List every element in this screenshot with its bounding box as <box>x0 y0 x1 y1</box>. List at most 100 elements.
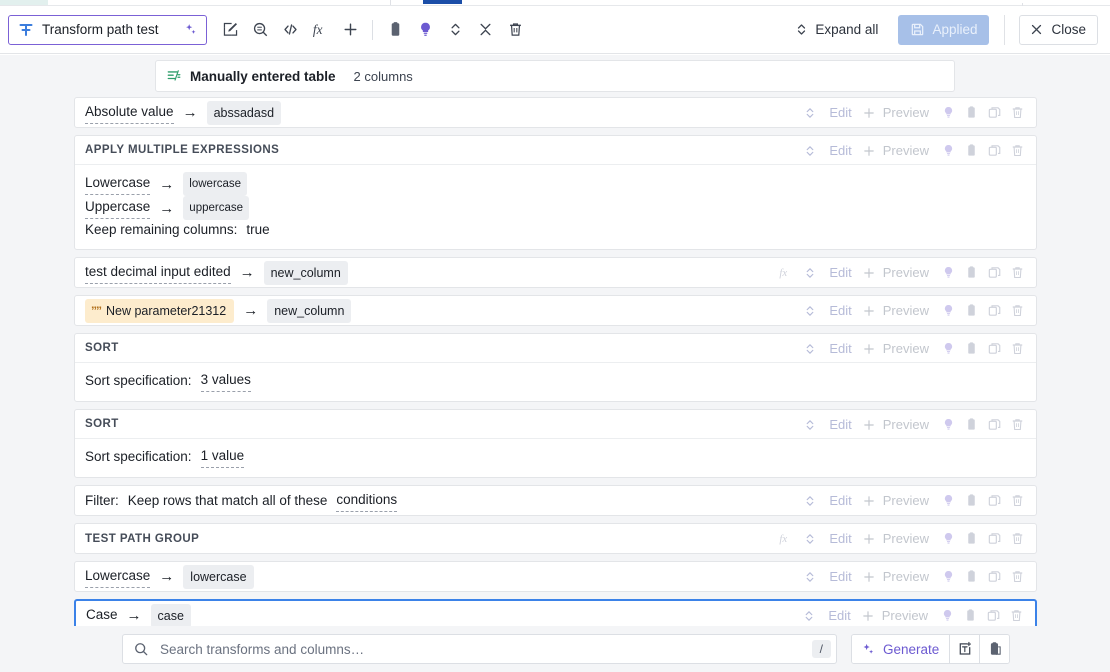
lightbulb-icon[interactable] <box>937 565 960 589</box>
lightbulb-icon[interactable] <box>937 139 960 163</box>
add-icon[interactable] <box>335 15 365 45</box>
trash-icon[interactable] <box>1006 101 1029 125</box>
column-chip[interactable]: new_column <box>267 298 352 323</box>
clipboard-icon[interactable] <box>960 299 983 323</box>
transform-row-apply-multiple-expressions[interactable]: APPLY MULTIPLE EXPRESSIONS Edit Preview Low… <box>74 135 1037 250</box>
preview-row-button[interactable]: Preview <box>860 489 937 513</box>
sort-updown-icon[interactable] <box>799 527 821 551</box>
transform-row-absolute-value[interactable]: Absolute value → abssadasd Edit Preview <box>74 97 1037 128</box>
editable-value[interactable]: conditions <box>336 490 398 512</box>
duplicate-icon[interactable] <box>983 413 1006 437</box>
transform-row-test-decimal-input-edited[interactable]: test decimal input edited → new_column fx Ed… <box>74 257 1037 288</box>
sparkles-icon[interactable] <box>183 22 198 37</box>
edit-row-button[interactable]: Edit <box>821 565 859 589</box>
column-chip[interactable]: lowercase <box>183 564 254 589</box>
applied-button[interactable]: Applied <box>898 14 990 45</box>
clipboard-icon[interactable] <box>960 565 983 589</box>
preview-row-button[interactable]: Preview <box>860 527 937 551</box>
sort-updown-icon[interactable] <box>798 604 820 628</box>
trash-icon[interactable] <box>1006 337 1029 361</box>
lightbulb-icon[interactable] <box>937 413 960 437</box>
column-chip[interactable]: abssadasd <box>206 100 282 125</box>
editable-value[interactable]: Lowercase <box>85 173 151 195</box>
editable-value[interactable]: Absolute value <box>85 102 174 124</box>
duplicate-icon[interactable] <box>983 261 1006 285</box>
column-chip[interactable]: uppercase <box>183 196 250 220</box>
editable-value[interactable]: 3 values <box>200 370 251 392</box>
lightbulb-icon[interactable] <box>937 489 960 513</box>
edit-row-button[interactable]: Edit <box>821 139 859 163</box>
editable-value[interactable]: Case <box>86 605 118 627</box>
sort-updown-icon[interactable] <box>799 139 821 163</box>
clipboard-icon[interactable] <box>959 604 982 628</box>
source-node[interactable]: Manually entered table 2 columns <box>155 60 955 92</box>
edit-icon[interactable] <box>215 15 245 45</box>
preview-row-button[interactable]: Preview <box>859 604 936 628</box>
column-chip[interactable]: case <box>150 603 191 628</box>
text-insert-icon[interactable] <box>949 635 980 663</box>
transform-row-filter[interactable]: Filter: Keep rows that match all of these… <box>74 485 1037 516</box>
sort-updown-icon[interactable] <box>799 413 821 437</box>
collapse-icon[interactable] <box>470 15 500 45</box>
trash-icon[interactable] <box>1006 489 1029 513</box>
lightbulb-icon[interactable] <box>937 527 960 551</box>
lightbulb-icon[interactable] <box>937 299 960 323</box>
preview-row-button[interactable]: Preview <box>860 261 937 285</box>
trash-icon[interactable] <box>1005 604 1028 628</box>
edit-row-button[interactable]: Edit <box>821 489 859 513</box>
lightbulb-icon[interactable] <box>937 337 960 361</box>
lightbulb-icon[interactable] <box>936 604 959 628</box>
sort-updown-icon[interactable] <box>440 15 470 45</box>
clipboard-icon[interactable] <box>960 413 983 437</box>
preview-row-button[interactable]: Preview <box>860 413 937 437</box>
edit-row-button[interactable]: Edit <box>821 299 859 323</box>
formula-icon[interactable]: fx <box>773 261 799 285</box>
duplicate-icon[interactable] <box>983 489 1006 513</box>
transform-row-sort-3-values[interactable]: SORT Edit Preview Sort specification: 3 valu… <box>74 333 1037 402</box>
edit-row-button[interactable]: Edit <box>821 337 859 361</box>
transform-row-sort-1-value[interactable]: SORT Edit Preview Sort specification: 1 valu… <box>74 409 1037 478</box>
trash-icon[interactable] <box>1006 413 1029 437</box>
expand-all-button[interactable]: Expand all <box>788 18 884 41</box>
transform-row-new-parameter21312[interactable]: ”” New parameter21312 → new_column Edit Previ… <box>74 295 1037 326</box>
clipboard-icon[interactable] <box>960 101 983 125</box>
lightbulb-icon[interactable] <box>937 261 960 285</box>
column-chip[interactable]: new_column <box>263 260 348 285</box>
clipboard-icon[interactable] <box>380 15 410 45</box>
preview-row-button[interactable]: Preview <box>860 565 937 589</box>
transform-row-lowercase[interactable]: Lowercase → lowercase Edit Preview <box>74 561 1037 592</box>
trash-icon[interactable] <box>1006 139 1029 163</box>
column-chip[interactable]: lowercase <box>183 172 248 196</box>
search-transforms-box[interactable]: / <box>122 634 837 664</box>
search-input[interactable] <box>158 640 806 658</box>
transform-row-test-path-group[interactable]: TEST PATH GROUP fx Edit Preview <box>74 523 1037 554</box>
formula-icon[interactable]: fx <box>305 15 335 45</box>
duplicate-icon[interactable] <box>983 337 1006 361</box>
trash-icon[interactable] <box>1006 527 1029 551</box>
trash-icon[interactable] <box>500 15 530 45</box>
duplicate-icon[interactable] <box>982 604 1005 628</box>
clipboard-icon[interactable] <box>960 527 983 551</box>
lightbulb-icon[interactable] <box>410 15 440 45</box>
duplicate-icon[interactable] <box>983 139 1006 163</box>
trash-icon[interactable] <box>1006 565 1029 589</box>
edit-row-button[interactable]: Edit <box>821 261 859 285</box>
editable-value[interactable]: 1 value <box>200 446 245 468</box>
preview-row-button[interactable]: Preview <box>860 299 937 323</box>
generate-button[interactable]: Generate <box>852 635 950 663</box>
preview-row-button[interactable]: Preview <box>860 139 937 163</box>
clipboard-icon[interactable] <box>960 337 983 361</box>
editable-value[interactable]: test decimal input edited <box>85 262 231 284</box>
edit-row-button[interactable]: Edit <box>820 604 858 628</box>
edit-row-button[interactable]: Edit <box>821 413 859 437</box>
code-icon[interactable] <box>275 15 305 45</box>
duplicate-icon[interactable] <box>983 527 1006 551</box>
sort-updown-icon[interactable] <box>799 299 821 323</box>
trash-icon[interactable] <box>1006 299 1029 323</box>
parameter-chip[interactable]: ”” New parameter21312 <box>85 298 235 323</box>
trash-icon[interactable] <box>1006 261 1029 285</box>
transform-title-chip[interactable]: Transform path test <box>8 14 207 45</box>
duplicate-icon[interactable] <box>983 299 1006 323</box>
clipboard-paste-icon[interactable] <box>979 635 1010 663</box>
sort-updown-icon[interactable] <box>799 489 821 513</box>
